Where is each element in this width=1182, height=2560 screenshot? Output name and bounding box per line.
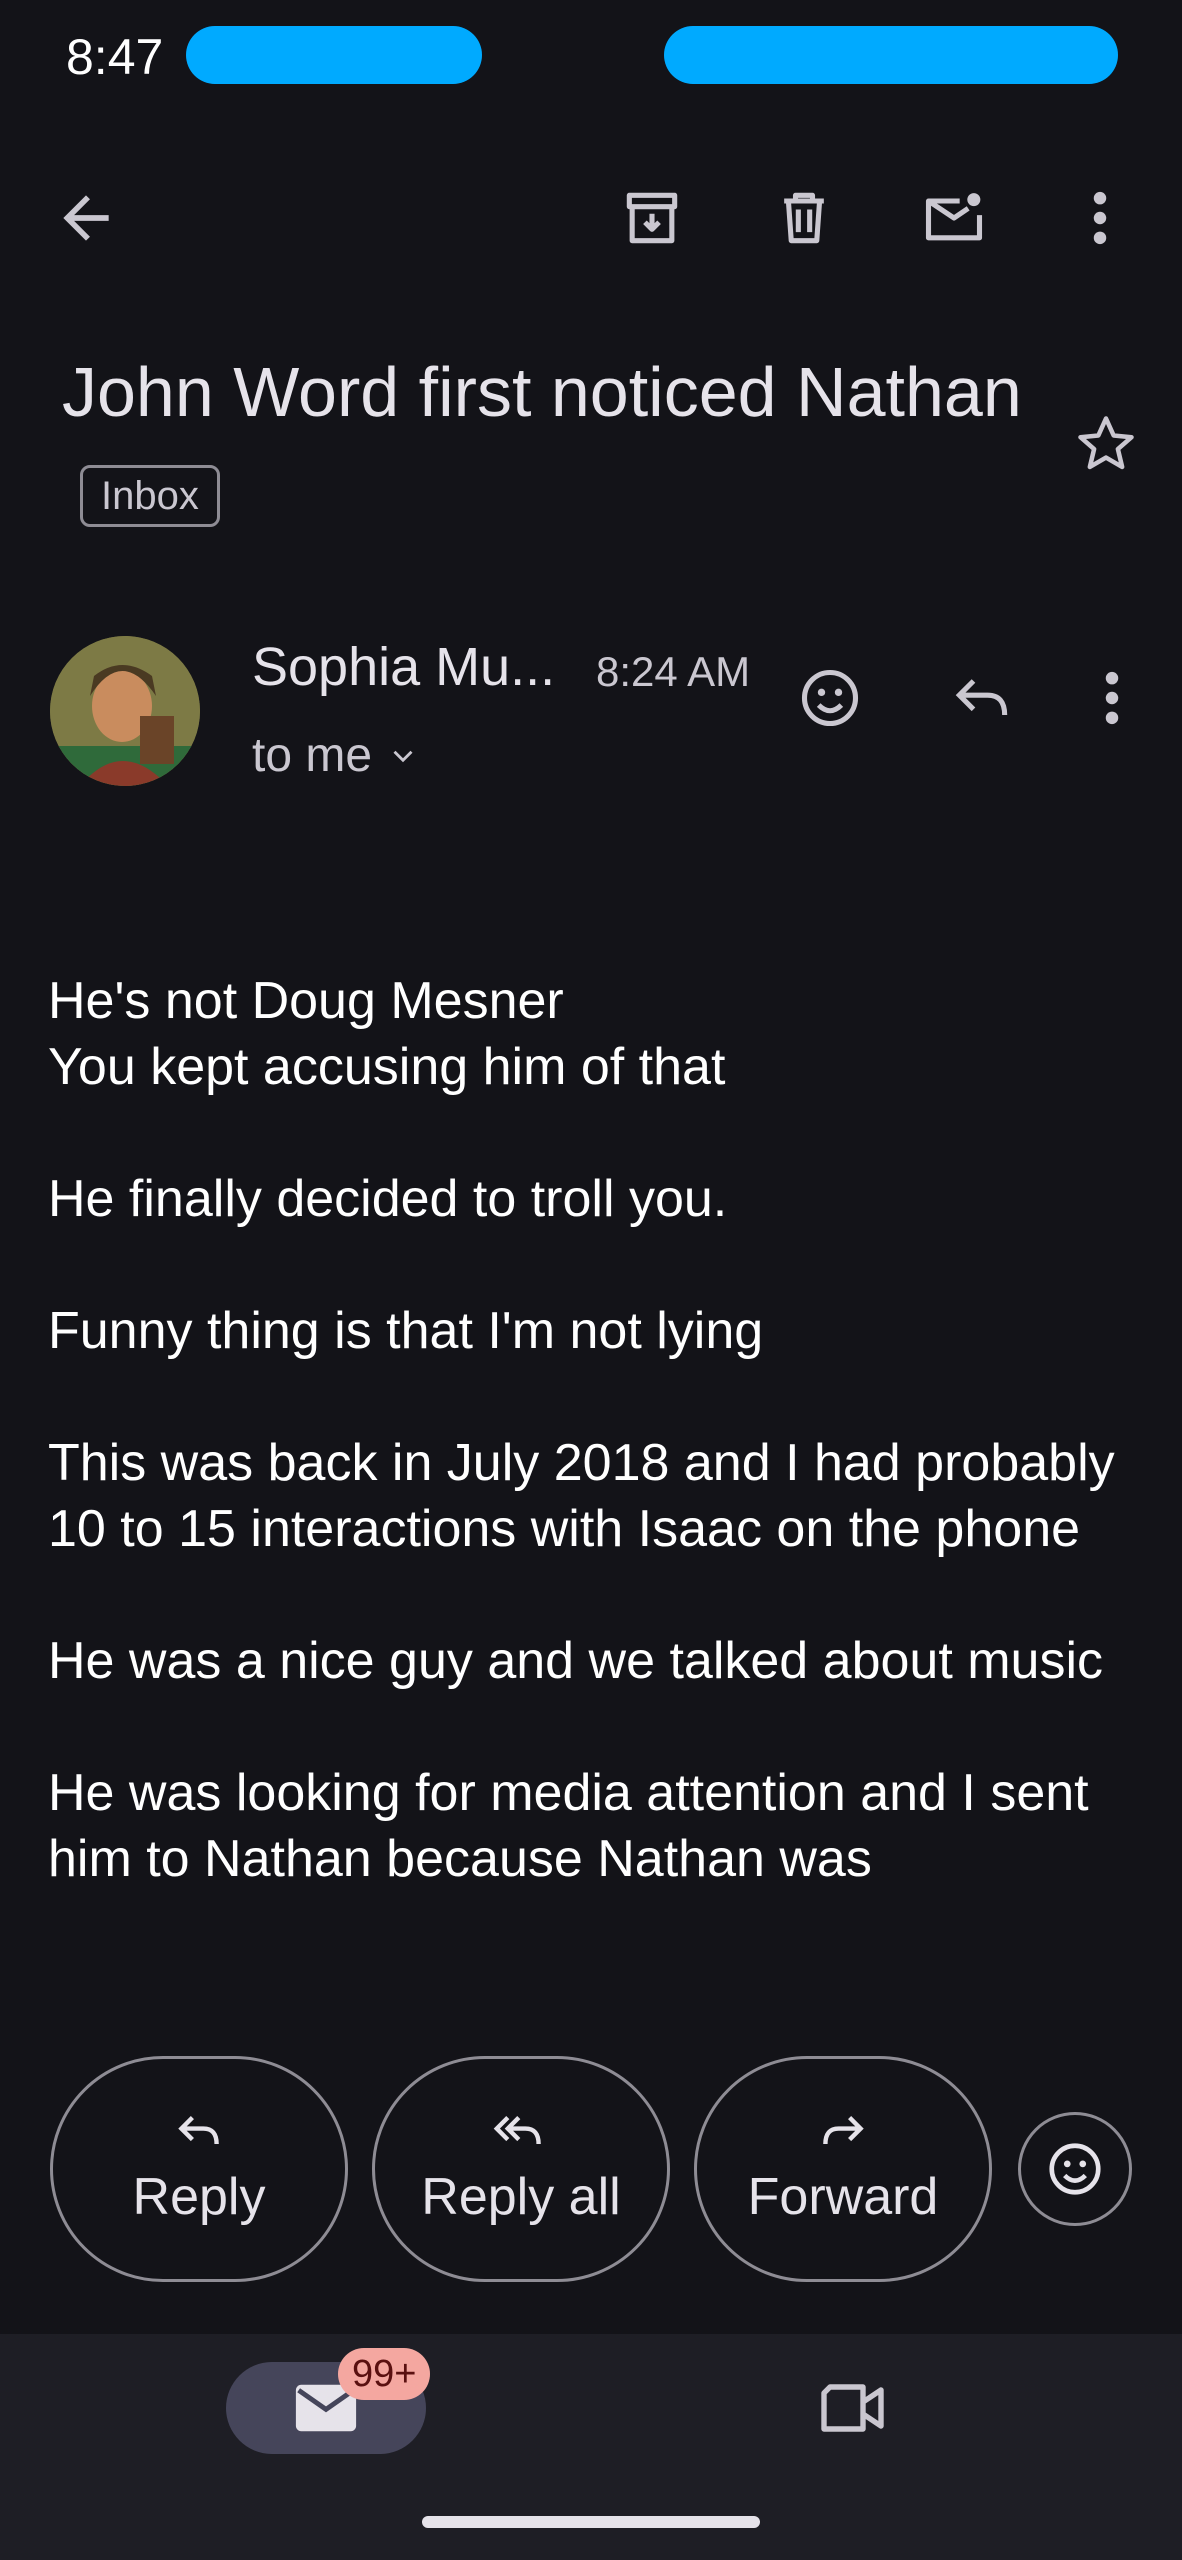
reply-all-label: Reply all	[421, 2168, 621, 2226]
mail-unread-icon	[925, 193, 983, 241]
forward-label: Forward	[747, 2168, 939, 2226]
reply-icon-button[interactable]	[934, 650, 1030, 746]
video-camera-icon	[821, 2384, 884, 2432]
subject-title: John Word first noticed Nathan	[62, 353, 1022, 431]
gesture-home-indicator[interactable]	[422, 2516, 760, 2528]
reply-label: Reply	[132, 2168, 266, 2226]
reply-icon	[178, 2116, 219, 2145]
chevron-down-icon	[393, 750, 413, 762]
status-time: 8:47	[66, 29, 164, 85]
recipient-details-toggle[interactable]: to me	[252, 728, 420, 783]
forward-icon	[823, 2116, 864, 2145]
recipient-text: to me	[252, 729, 373, 782]
reply-all-button[interactable]: Reply all	[372, 2056, 670, 2282]
sender-avatar[interactable]	[50, 636, 200, 786]
add-reaction-button[interactable]	[782, 650, 878, 746]
message-time: 8:24 AM	[596, 648, 751, 695]
trash-icon	[784, 192, 824, 244]
emoji-icon	[1049, 2143, 1101, 2195]
avatar-portrait-image	[50, 636, 200, 786]
nav-tab-meet[interactable]	[804, 2370, 904, 2446]
message-body: He's not Doug Mesner You kept accusing h…	[48, 968, 1148, 2006]
redaction-mark-right	[664, 26, 1118, 84]
body-paragraph: He finally decided to troll you.	[48, 1170, 728, 1228]
body-paragraph: This was back in July 2018 and I had pro…	[48, 1434, 1115, 1558]
forward-button[interactable]: Forward	[694, 2056, 992, 2282]
star-outline-icon	[1078, 416, 1134, 470]
back-button[interactable]	[38, 170, 134, 266]
archive-button[interactable]	[604, 170, 700, 266]
more-vert-icon	[1105, 671, 1119, 725]
message-more-button[interactable]	[1064, 650, 1160, 746]
more-vert-icon	[1093, 191, 1107, 245]
body-paragraph: He was looking for media attention and I…	[48, 1764, 1089, 1888]
more-options-button[interactable]	[1052, 170, 1148, 266]
inbox-label-chip[interactable]: Inbox	[80, 464, 220, 527]
reply-button[interactable]: Reply	[50, 2056, 348, 2282]
unread-count-badge: 99+	[338, 2348, 431, 2400]
body-paragraph: He's not Doug Mesner You kept accusing h…	[48, 972, 726, 1096]
archive-icon	[626, 192, 678, 244]
redaction-mark-left	[186, 26, 482, 84]
reply-all-icon	[493, 2116, 541, 2145]
reply-icon	[955, 679, 1008, 716]
mark-unread-button[interactable]	[906, 170, 1002, 266]
star-button[interactable]	[1058, 396, 1154, 492]
body-paragraph: Funny thing is that I'm not lying	[48, 1302, 764, 1360]
body-paragraph: He was a nice guy and we talked about mu…	[48, 1632, 1104, 1690]
arrow-left-icon	[63, 195, 109, 241]
sender-name[interactable]: Sophia Mu...	[252, 636, 555, 698]
emoji-icon	[801, 669, 859, 727]
delete-button[interactable]	[756, 170, 852, 266]
react-emoji-button[interactable]	[1018, 2112, 1132, 2226]
email-subject: John Word first noticed Nathan Inbox	[62, 340, 1042, 548]
